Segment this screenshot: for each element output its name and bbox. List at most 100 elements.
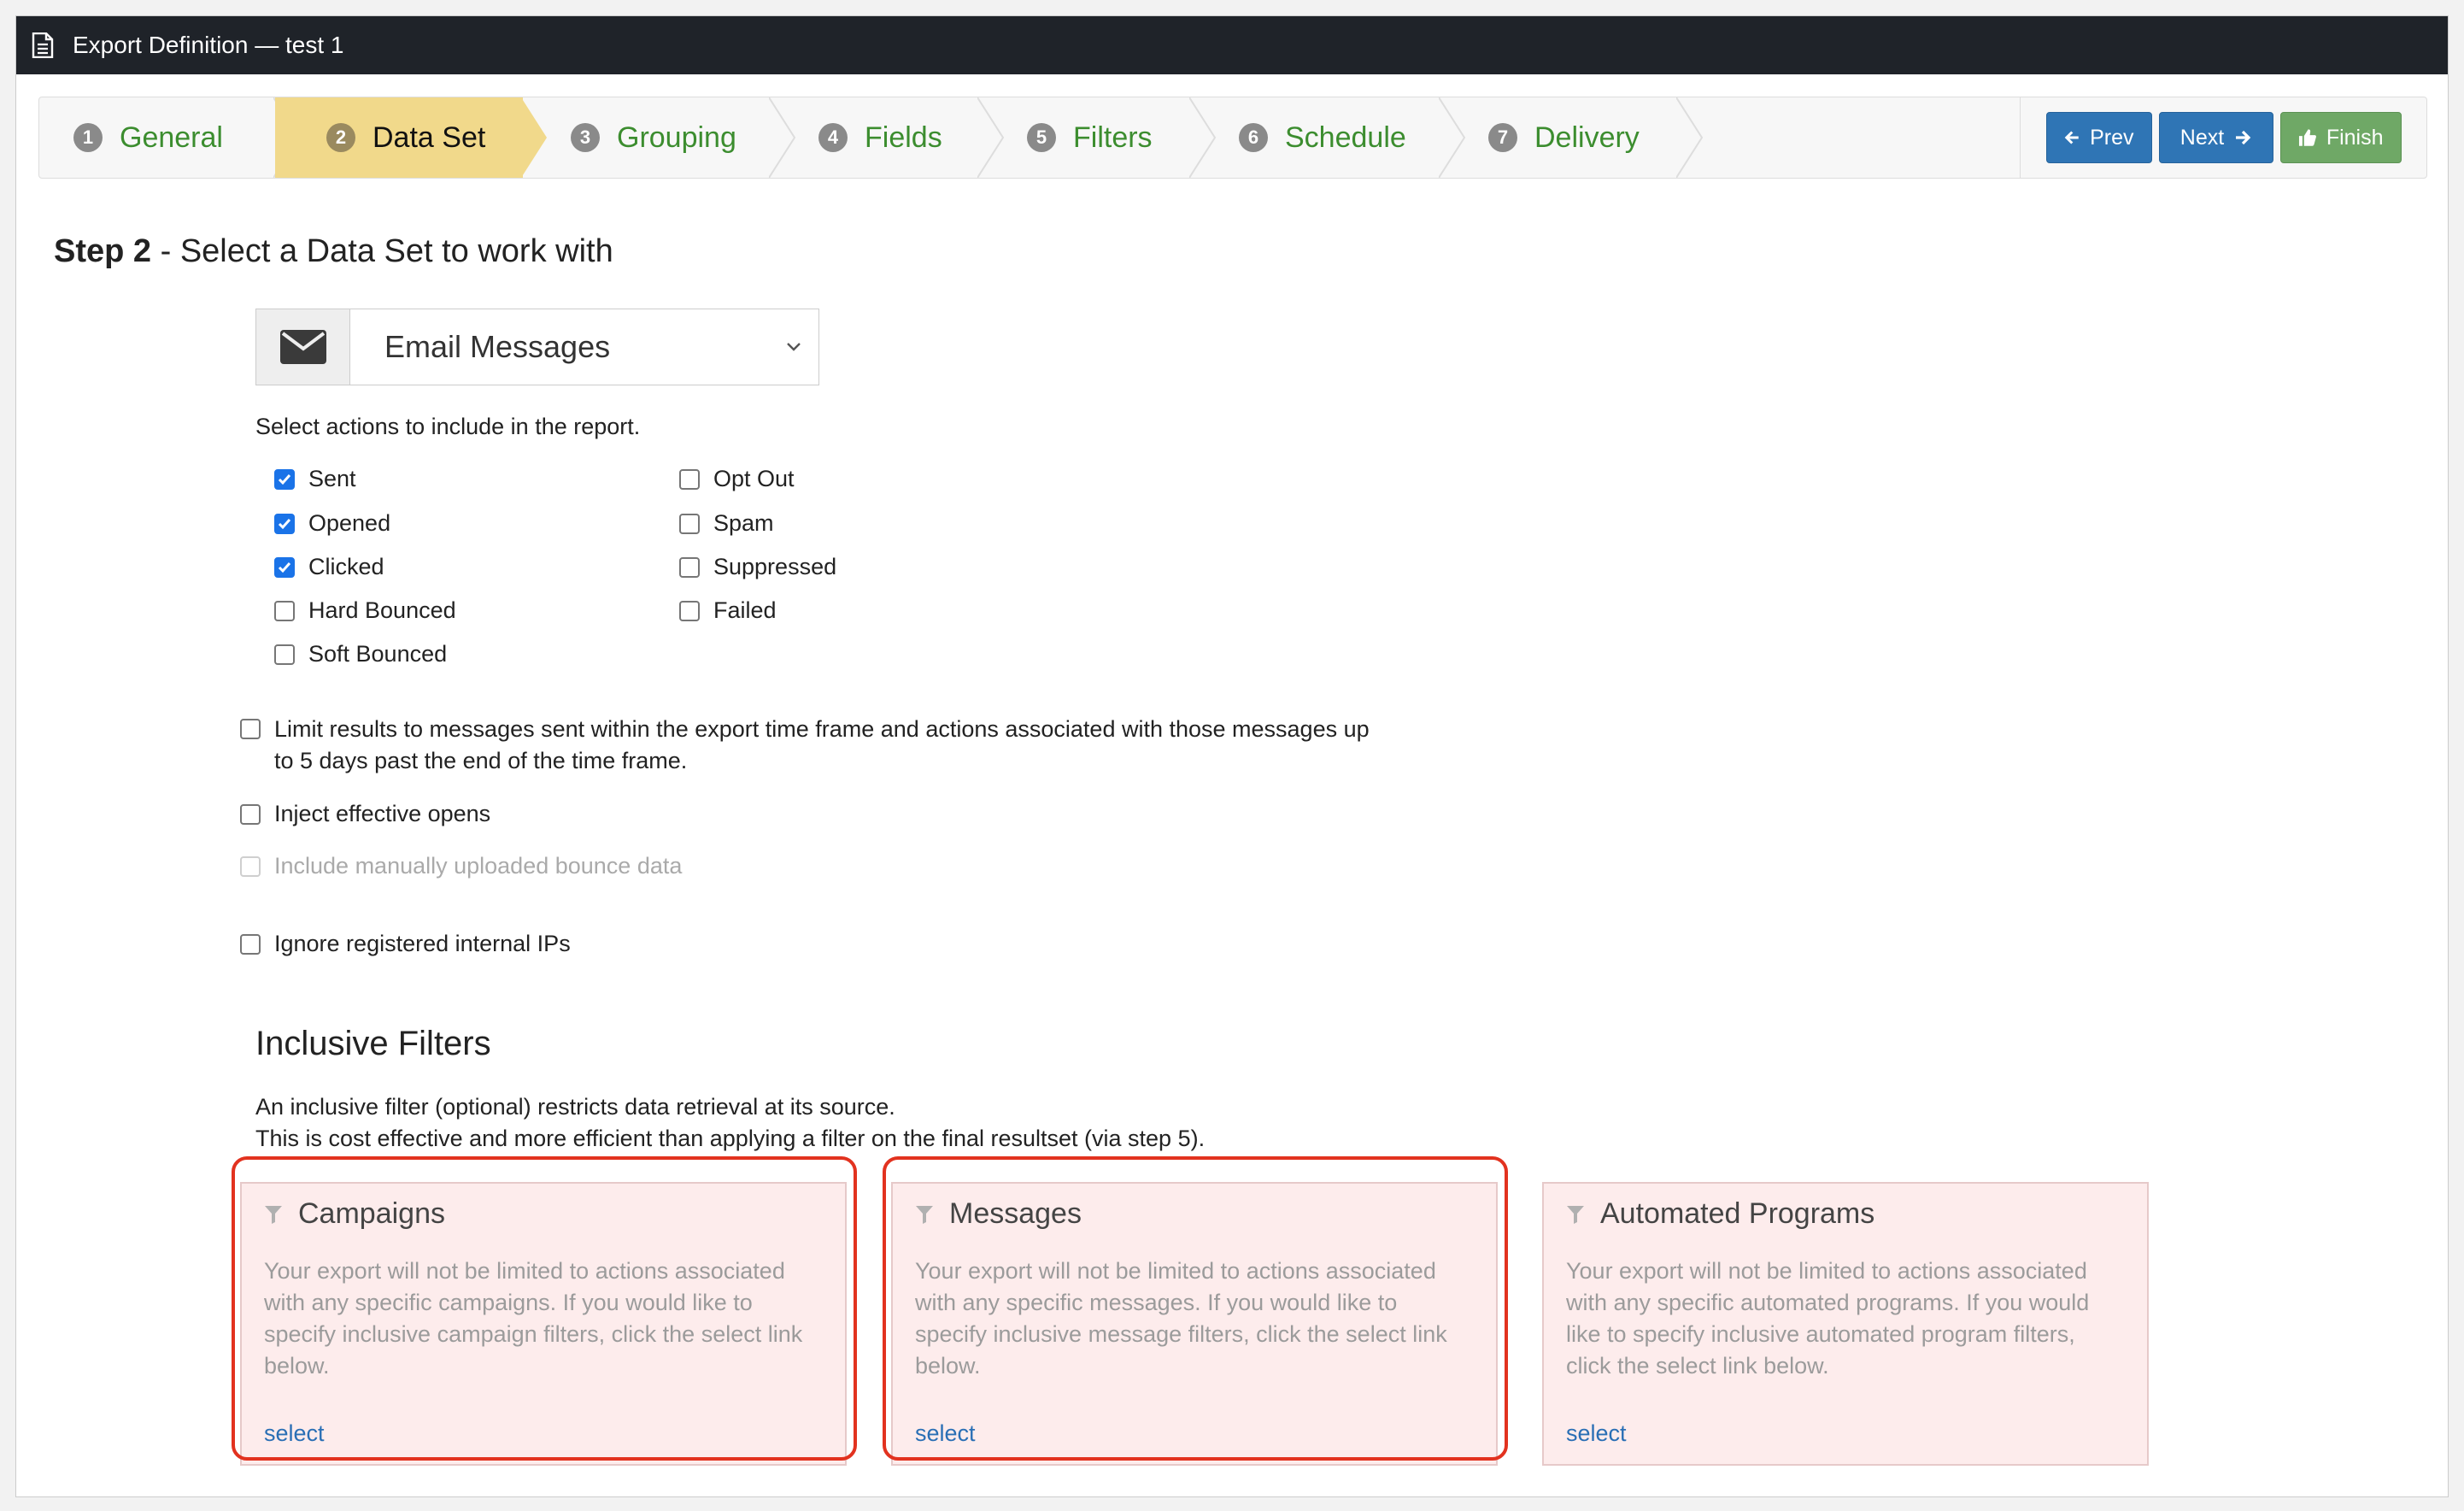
arrow-left-icon bbox=[2064, 131, 2079, 144]
step-data-set[interactable]: 2 Data Set bbox=[275, 97, 547, 178]
step-label: Grouping bbox=[617, 121, 736, 154]
checkbox-sent[interactable] bbox=[274, 468, 295, 490]
option-inject-opens[interactable]: Inject effective opens bbox=[240, 801, 490, 827]
action-sent[interactable]: Sent bbox=[274, 466, 356, 492]
step-label: Fields bbox=[865, 121, 942, 154]
step-number: 4 bbox=[818, 123, 848, 152]
finish-label: Finish bbox=[2326, 125, 2384, 150]
step-fields[interactable]: 4 Fields bbox=[771, 97, 1005, 178]
checkbox-hard-bounced[interactable] bbox=[274, 600, 295, 621]
option-label: Ignore registered internal IPs bbox=[274, 931, 571, 956]
checkbox-opt-out[interactable] bbox=[679, 468, 700, 490]
highlight-messages bbox=[883, 1156, 1508, 1461]
export-definition-window: Export Definition — test 1 1 General 2 D… bbox=[15, 15, 2449, 1497]
chevron-right-icon bbox=[1676, 97, 1704, 178]
checkbox-label: Spam bbox=[713, 510, 774, 536]
filter-card-title: Automated Programs bbox=[1600, 1197, 1875, 1230]
step-indicator: Step 2 bbox=[54, 233, 152, 269]
step-number: 2 bbox=[326, 123, 355, 152]
action-suppressed[interactable]: Suppressed bbox=[679, 554, 836, 580]
arrow-right-icon bbox=[2236, 130, 2251, 145]
checkbox-inject-opens[interactable] bbox=[240, 803, 261, 825]
option-label-line: to 5 days past the end of the time frame… bbox=[274, 748, 688, 773]
dataset-select-value[interactable]: Email Messages bbox=[350, 309, 818, 385]
checkbox-label: Suppressed bbox=[713, 554, 837, 579]
option-label: Inject effective opens bbox=[274, 801, 491, 826]
chevron-down-icon bbox=[787, 343, 801, 351]
action-opt-out[interactable]: Opt Out bbox=[679, 466, 795, 492]
option-label-line: Limit results to messages sent within th… bbox=[274, 716, 1370, 742]
actions-prompt: Select actions to include in the report. bbox=[255, 414, 641, 439]
dataset-select[interactable]: Email Messages bbox=[255, 309, 819, 385]
checkbox-clicked[interactable] bbox=[274, 556, 295, 578]
option-limit-results[interactable]: Limit results to messages sent within th… bbox=[240, 714, 1370, 777]
action-failed[interactable]: Failed bbox=[679, 597, 777, 624]
dataset-selected-label: Email Messages bbox=[384, 329, 611, 364]
description-line: This is cost effective and more efficien… bbox=[255, 1126, 1206, 1151]
action-opened[interactable]: Opened bbox=[274, 510, 390, 537]
action-clicked[interactable]: Clicked bbox=[274, 554, 384, 580]
document-icon bbox=[32, 32, 54, 59]
filter-icon bbox=[1567, 1205, 1584, 1224]
wizard-bar: 1 General 2 Data Set 3 Grouping 4 Fields… bbox=[38, 97, 2427, 179]
step-label: General bbox=[120, 121, 223, 154]
checkbox-label: Failed bbox=[713, 597, 777, 623]
filter-card-header: Automated Programs bbox=[1566, 1197, 1874, 1231]
filter-card-automated-programs: Automated Programs Your export will not … bbox=[1542, 1182, 2149, 1466]
checkbox-label: Opt Out bbox=[713, 466, 795, 491]
step-grouping[interactable]: 3 Grouping bbox=[523, 97, 796, 178]
checkbox-label: Opened bbox=[308, 510, 391, 536]
description-line: An inclusive filter (optional) restricts… bbox=[255, 1094, 895, 1120]
step-delivery[interactable]: 7 Delivery bbox=[1440, 97, 1704, 178]
step-number: 7 bbox=[1488, 123, 1517, 152]
programs-select-link[interactable]: select bbox=[1566, 1420, 1627, 1447]
checkbox-label: Hard Bounced bbox=[308, 597, 456, 623]
check-icon bbox=[278, 518, 291, 529]
finish-button[interactable]: Finish bbox=[2279, 112, 2402, 163]
checkbox-opened[interactable] bbox=[274, 513, 295, 534]
next-button[interactable]: Next bbox=[2158, 112, 2273, 163]
option-manual-bounce: Include manually uploaded bounce data bbox=[240, 853, 682, 879]
step-general[interactable]: 1 General bbox=[39, 97, 301, 178]
prev-button[interactable]: Prev bbox=[2045, 112, 2152, 163]
step-number: 3 bbox=[571, 123, 600, 152]
checkbox-suppressed[interactable] bbox=[679, 556, 700, 578]
step-label: Data Set bbox=[373, 121, 486, 154]
wizard-steps: 1 General 2 Data Set 3 Grouping 4 Fields… bbox=[39, 97, 1704, 178]
checkbox-failed[interactable] bbox=[679, 600, 700, 621]
checkbox-manual-bounce bbox=[240, 855, 261, 877]
option-label: Include manually uploaded bounce data bbox=[274, 853, 683, 879]
action-spam[interactable]: Spam bbox=[679, 510, 774, 537]
step-number: 1 bbox=[73, 123, 103, 152]
wizard-nav-buttons: Prev Next Finish bbox=[2020, 97, 2426, 178]
page-heading: Step 2 - Select a Data Set to work with bbox=[54, 233, 613, 270]
inclusive-filters-title: Inclusive Filters bbox=[255, 1025, 491, 1062]
filter-card-description: Your export will not be limited to actio… bbox=[1566, 1258, 2090, 1379]
step-filters[interactable]: 5 Filters bbox=[979, 97, 1217, 178]
action-soft-bounced[interactable]: Soft Bounced bbox=[274, 641, 447, 667]
heading-text: - Select a Data Set to work with bbox=[151, 233, 613, 269]
highlight-campaigns bbox=[232, 1156, 857, 1461]
envelope-icon bbox=[256, 309, 350, 385]
checkbox-ignore-ips[interactable] bbox=[240, 933, 261, 955]
check-icon bbox=[278, 561, 291, 573]
checkbox-label: Sent bbox=[308, 466, 356, 491]
check-icon bbox=[278, 473, 291, 485]
checkbox-spam[interactable] bbox=[679, 513, 700, 534]
next-label: Next bbox=[2179, 125, 2225, 150]
step-number: 6 bbox=[1239, 123, 1268, 152]
step-label: Filters bbox=[1073, 121, 1153, 154]
step-schedule[interactable]: 6 Schedule bbox=[1191, 97, 1466, 178]
checkbox-limit-results[interactable] bbox=[240, 719, 261, 739]
checkbox-soft-bounced[interactable] bbox=[274, 644, 295, 665]
option-ignore-ips[interactable]: Ignore registered internal IPs bbox=[240, 931, 571, 957]
window-title: Export Definition — test 1 bbox=[73, 32, 344, 58]
thumbs-up-icon bbox=[2298, 129, 2316, 146]
step-number: 5 bbox=[1027, 123, 1056, 152]
checkbox-label: Soft Bounced bbox=[308, 641, 448, 667]
checkbox-label: Clicked bbox=[308, 554, 384, 579]
option-label: Limit results to messages sent within th… bbox=[274, 714, 1370, 777]
action-hard-bounced[interactable]: Hard Bounced bbox=[274, 597, 456, 624]
prev-label: Prev bbox=[2090, 125, 2134, 150]
step-label: Delivery bbox=[1534, 121, 1640, 154]
